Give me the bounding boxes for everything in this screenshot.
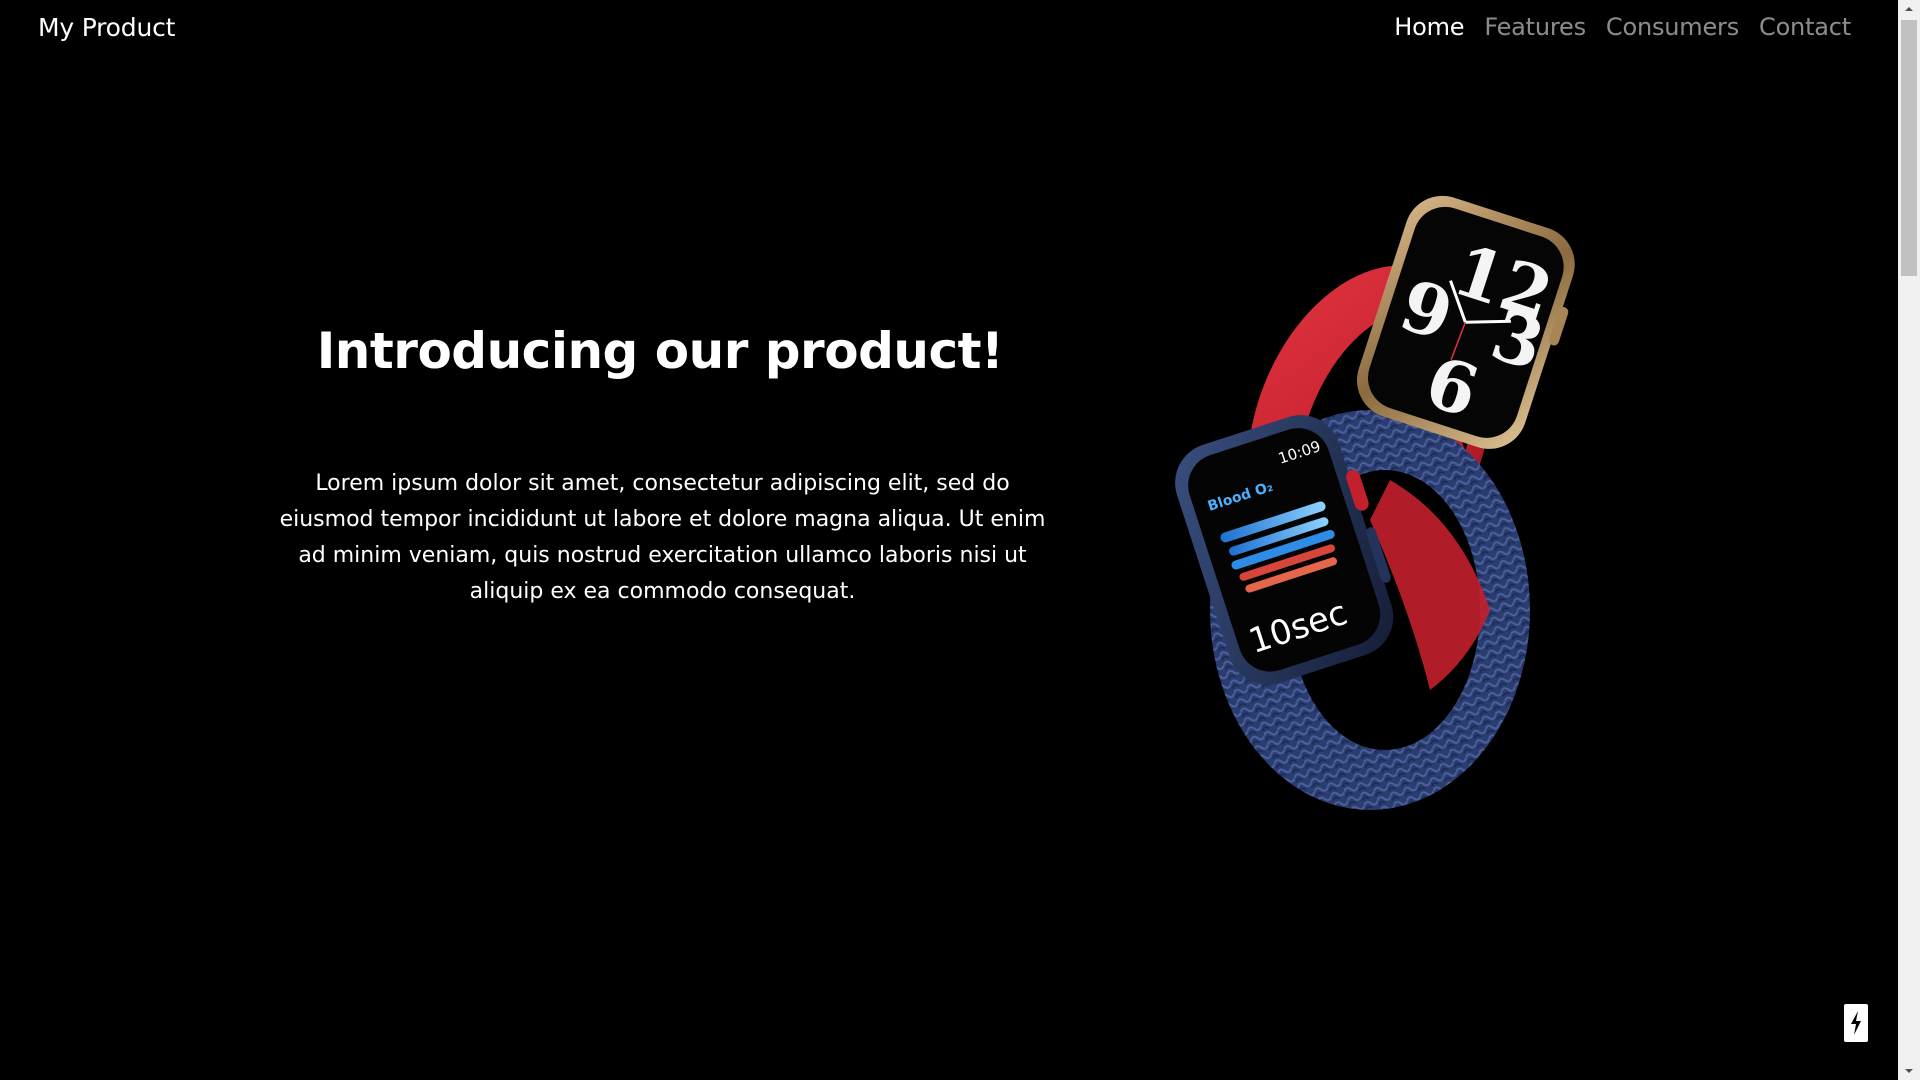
scroll-down-arrow-icon[interactable] [1898,1062,1920,1080]
nav-link-contact[interactable]: Contact [1759,13,1851,41]
scroll-up-arrow-icon[interactable] [1898,0,1920,18]
navbar: My Product Home Features Consumers Conta… [0,0,1898,60]
brand-link[interactable]: My Product [38,13,175,42]
nav-link-home[interactable]: Home [1394,13,1464,41]
nav-link-consumers[interactable]: Consumers [1606,13,1739,41]
scrollbar[interactable] [1898,0,1920,1080]
hero-text: Lorem ipsum dolor sit amet, consectetur … [279,471,1046,604]
product-image: 12 9 3 6 10:09 Blood O₂ 10sec [1175,195,1575,810]
scroll-thumb[interactable] [1901,20,1917,276]
hero-title: Introducing our product! [316,322,1004,380]
page: My Product Home Features Consumers Conta… [0,0,1920,1080]
bolt-badge-button[interactable] [1844,1004,1868,1042]
nav-links: Home Features Consumers Contact [1394,13,1851,41]
bolt-icon [1851,1011,1861,1035]
nav-link-features[interactable]: Features [1484,13,1586,41]
